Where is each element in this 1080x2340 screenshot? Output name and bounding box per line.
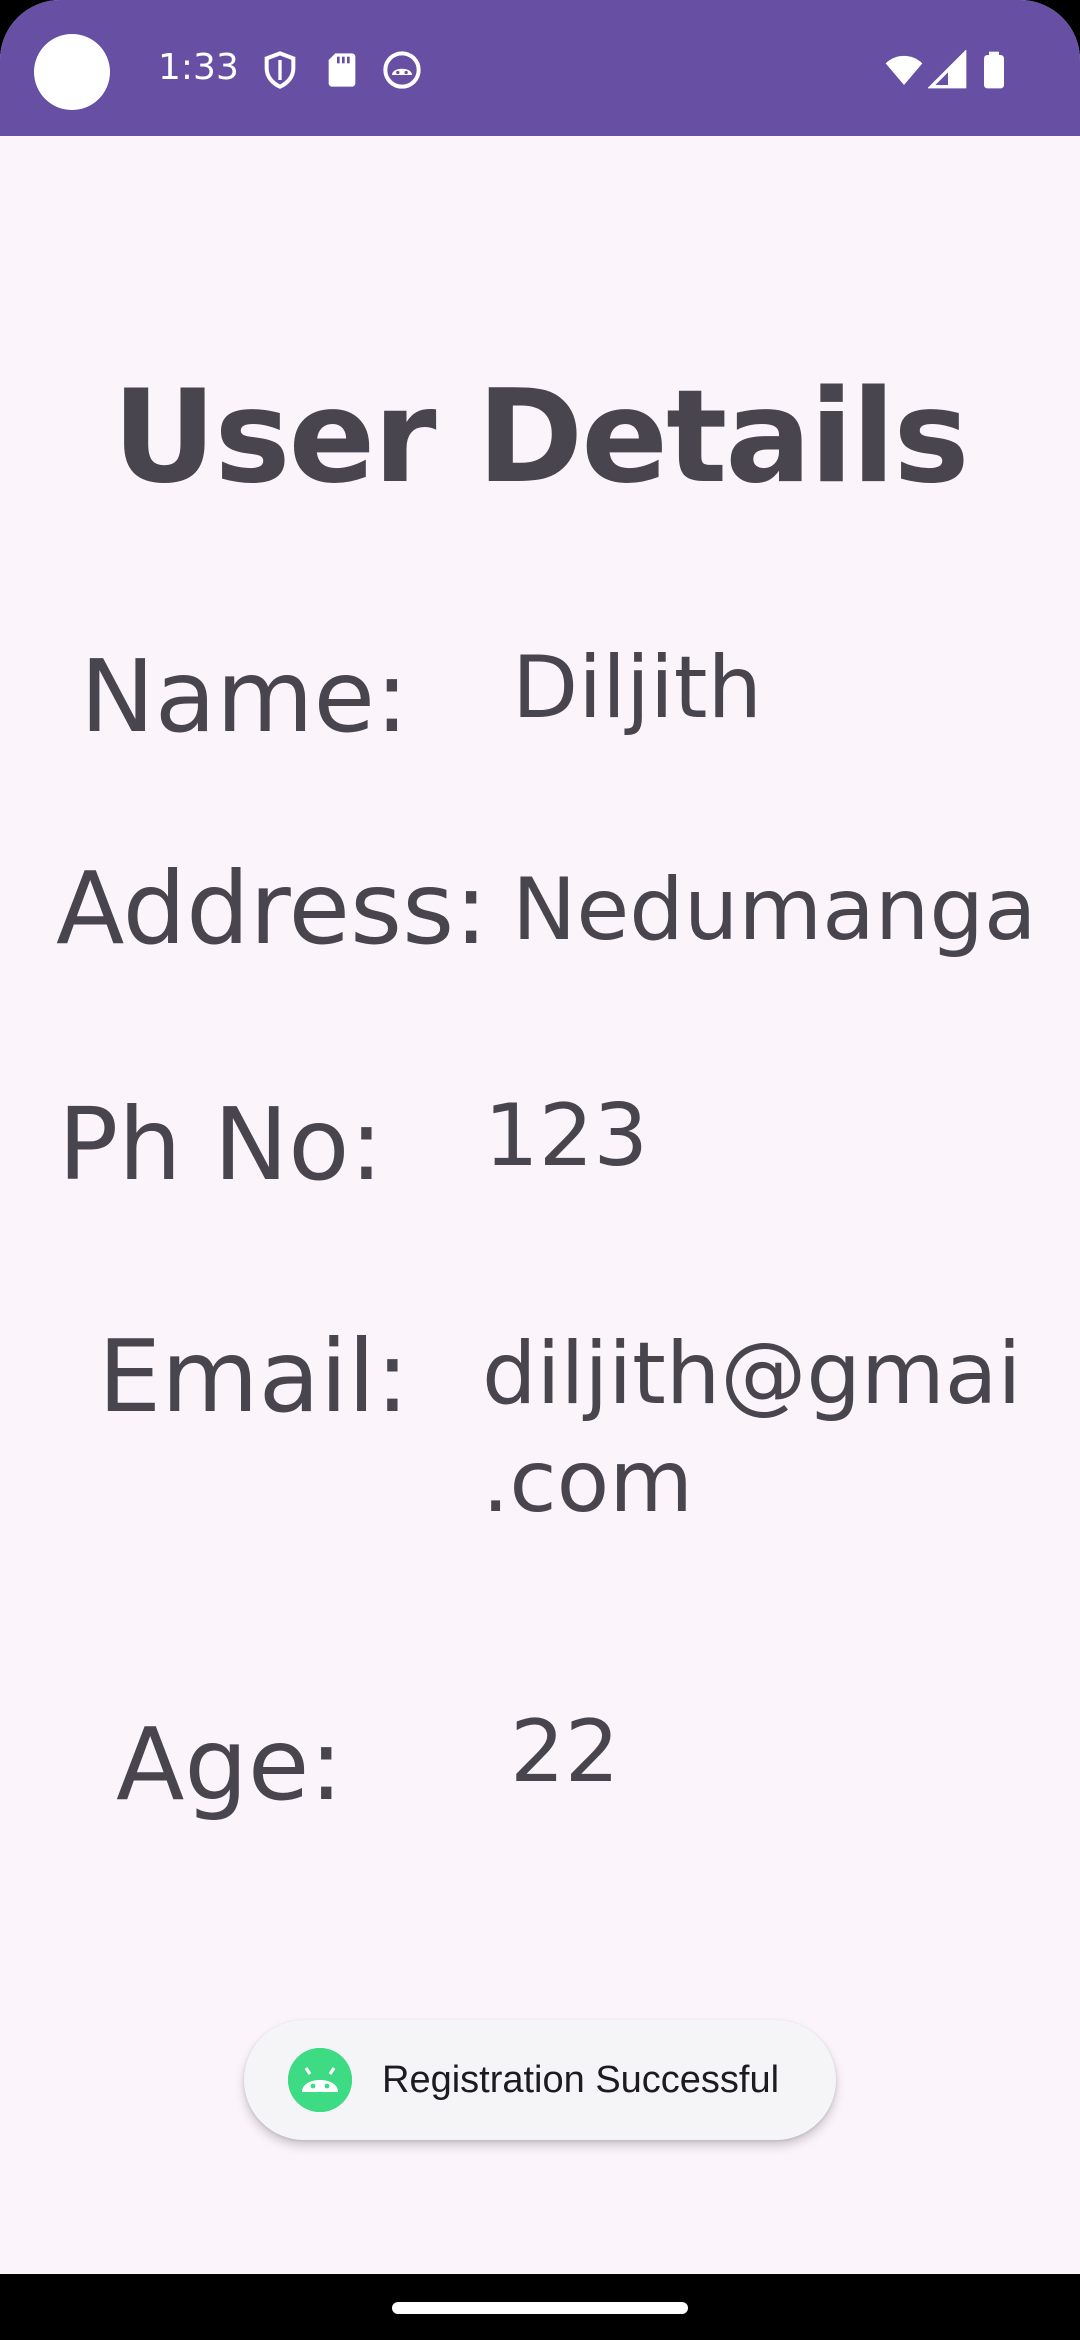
sd-card-icon: [322, 50, 362, 90]
status-bar: 1:33: [0, 0, 1080, 136]
shield-icon: [260, 50, 300, 90]
email-label: Email:: [98, 1318, 410, 1435]
battery-icon: [978, 50, 1010, 90]
age-value: 22: [510, 1702, 620, 1802]
age-label: Age:: [116, 1706, 344, 1823]
email-value-line1: diljith@gmai: [482, 1324, 1022, 1424]
toast-notification: Registration Successful: [244, 2020, 836, 2140]
address-value: Nedumanga: [512, 860, 1037, 960]
phone-value: 123: [484, 1086, 649, 1186]
camera-cutout: [34, 34, 110, 110]
android-head-icon: [382, 50, 422, 90]
name-value: Diljith: [512, 638, 763, 738]
toast-message: Registration Successful: [382, 2059, 780, 2101]
app-screen: 1:33 User Details Name: Diljith Address:…: [0, 0, 1080, 2340]
phone-label: Ph No:: [58, 1086, 384, 1203]
email-value-line2: .com: [482, 1432, 694, 1532]
name-label: Name:: [80, 638, 409, 755]
page-title: User Details: [112, 363, 969, 512]
wifi-icon: [882, 50, 926, 90]
home-gesture-handle[interactable]: [392, 2302, 688, 2314]
address-label: Address:: [56, 850, 488, 967]
cell-signal-icon: [928, 50, 968, 90]
android-icon: [288, 2048, 352, 2112]
status-time: 1:33: [158, 47, 239, 88]
